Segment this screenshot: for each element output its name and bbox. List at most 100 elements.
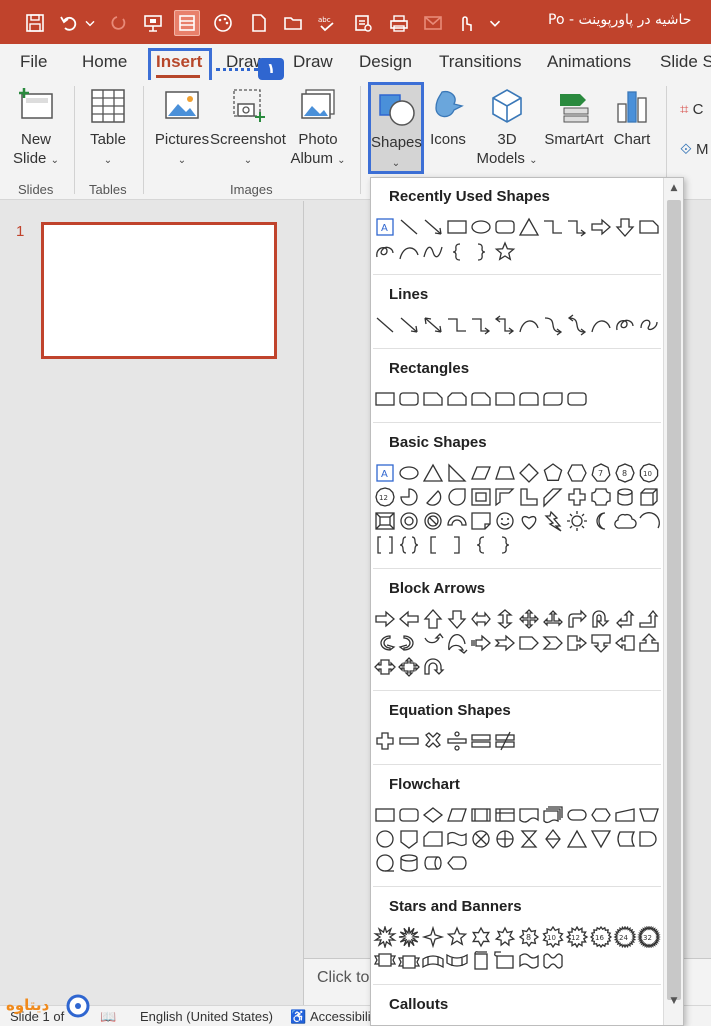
left-right-arrow-callout-shape-icon[interactable] [373, 656, 397, 678]
divide-shape-icon[interactable] [445, 730, 469, 752]
left-brace-shape-icon[interactable] [469, 534, 493, 556]
freeform-shape-icon[interactable] [373, 241, 397, 263]
quad-arrow-shape-icon[interactable] [517, 608, 541, 630]
pictures-button[interactable]: Pictures ⌄ [152, 86, 212, 170]
right-brace-shape-icon[interactable] [469, 241, 493, 263]
magnetic-disk-shape-icon[interactable] [397, 852, 421, 874]
ribbon-down-shape-icon[interactable] [397, 950, 421, 972]
vertical-scroll-shape-icon[interactable] [469, 950, 493, 972]
terminator-shape-icon[interactable] [565, 804, 589, 826]
plaque-shape-icon[interactable] [589, 486, 613, 508]
redo-icon[interactable] [105, 10, 131, 36]
chord-shape-icon[interactable] [421, 486, 445, 508]
alternate-process-shape-icon[interactable] [397, 804, 421, 826]
direct-access-shape-icon[interactable] [421, 852, 445, 874]
right-arrow-shape-icon[interactable] [373, 608, 397, 630]
curve-shape-icon[interactable] [589, 314, 613, 336]
right-triangle-shape-icon[interactable] [445, 462, 469, 484]
pentagon-shape-icon[interactable] [541, 462, 565, 484]
star6-shape-icon[interactable] [469, 926, 493, 948]
palette-icon[interactable] [210, 10, 236, 36]
curve-arrow-shape-icon[interactable] [541, 314, 565, 336]
accessibility-status[interactable]: Accessibili [310, 1009, 371, 1024]
open-folder-icon[interactable] [280, 10, 306, 36]
explosion1-shape-icon[interactable] [373, 924, 397, 950]
multiply-shape-icon[interactable] [421, 730, 445, 752]
smartart-button[interactable]: SmartArt [542, 86, 606, 149]
half-frame-shape-icon[interactable] [493, 486, 517, 508]
star7-shape-icon[interactable] [493, 926, 517, 948]
offpage-connector-shape-icon[interactable] [397, 828, 421, 850]
textbox-shape-icon[interactable]: A [373, 462, 397, 484]
star10-shape-icon[interactable]: 10 [541, 925, 565, 949]
curve-shape-icon[interactable] [397, 241, 421, 263]
snip2-rect-shape-icon[interactable] [445, 388, 469, 410]
s-curve-shape-icon[interactable] [421, 241, 445, 263]
left-bracket-shape-icon[interactable] [421, 534, 445, 556]
tab-slide-show[interactable]: Slide S [660, 52, 711, 72]
presentation-icon[interactable] [140, 10, 166, 36]
circular-arrow-shape-icon[interactable] [421, 656, 445, 678]
notched-right-arrow-shape-icon[interactable] [493, 632, 517, 654]
striped-right-arrow-shape-icon[interactable] [469, 632, 493, 654]
customize-dropdown-icon[interactable] [486, 10, 504, 36]
diamond-shape-icon[interactable] [517, 462, 541, 484]
right-arrow-shape-icon[interactable] [589, 216, 613, 238]
right-bracket-shape-icon[interactable] [445, 534, 469, 556]
manual-operation-shape-icon[interactable] [637, 804, 661, 826]
block-arc-shape-icon[interactable] [445, 510, 469, 532]
sequential-access-shape-icon[interactable] [373, 852, 397, 874]
media-button[interactable]: ⟐ M [680, 140, 710, 159]
folded-corner-shape-icon[interactable] [469, 510, 493, 532]
explosion2-shape-icon[interactable] [397, 926, 421, 948]
triangle-shape-icon[interactable] [421, 462, 445, 484]
scroll-up-icon[interactable]: ▲ [664, 178, 683, 198]
table-button[interactable]: Table ⌄ [84, 86, 132, 170]
rounded-rect-shape-icon[interactable] [397, 388, 421, 410]
star16-shape-icon[interactable]: 16 [589, 925, 613, 949]
not-equal-shape-icon[interactable] [493, 730, 517, 752]
multidocument-shape-icon[interactable] [541, 804, 565, 826]
left-arrow-shape-icon[interactable] [397, 608, 421, 630]
rounded-rect-shape-icon[interactable] [493, 216, 517, 238]
elbow-arrow-shape-icon[interactable] [565, 216, 589, 238]
curved-right-arrow-shape-icon[interactable] [373, 632, 397, 654]
left-right-up-arrow-shape-icon[interactable] [541, 608, 565, 630]
line-shape-icon[interactable] [397, 216, 421, 238]
line-shape-icon[interactable] [373, 314, 397, 336]
left-right-arrow-shape-icon[interactable] [469, 608, 493, 630]
sun-shape-icon[interactable] [565, 510, 589, 532]
merge-shape-icon[interactable] [589, 828, 613, 850]
heart-shape-icon[interactable] [517, 510, 541, 532]
display-shape-icon[interactable] [445, 852, 469, 874]
arrow-line-shape-icon[interactable] [397, 314, 421, 336]
chart-button[interactable]: Chart [610, 86, 654, 149]
dodecagon-shape-icon[interactable]: 12 [373, 486, 397, 508]
star8-shape-icon[interactable]: 8 [517, 926, 541, 948]
save-icon[interactable] [22, 10, 48, 36]
down-arrow-callout-shape-icon[interactable] [589, 632, 613, 654]
down-arrow-shape-icon[interactable] [445, 608, 469, 630]
predefined-process-shape-icon[interactable] [469, 804, 493, 826]
triangle-shape-icon[interactable] [517, 216, 541, 238]
round1-rect-shape-icon[interactable] [493, 388, 517, 410]
right-brace-shape-icon[interactable] [493, 534, 517, 556]
up-arrow-shape-icon[interactable] [421, 608, 445, 630]
preparation-shape-icon[interactable] [589, 804, 613, 826]
star4-shape-icon[interactable] [421, 925, 445, 949]
frame-shape-icon[interactable] [469, 486, 493, 508]
curved-left-arrow-shape-icon[interactable] [397, 632, 421, 654]
star5-shape-icon[interactable] [445, 926, 469, 948]
down-arrow-shape-icon[interactable] [613, 216, 637, 238]
freeform-shape-icon[interactable] [613, 314, 637, 336]
icons-button[interactable]: Icons [426, 86, 470, 149]
comment-button[interactable]: ⌗ C [680, 100, 710, 119]
horizontal-scroll-shape-icon[interactable] [493, 950, 517, 972]
u-turn-arrow-shape-icon[interactable] [589, 608, 613, 630]
tab-draw[interactable]: Draw [293, 52, 333, 72]
double-brace-shape-icon[interactable] [397, 534, 421, 556]
curved-ribbon-up-shape-icon[interactable] [421, 950, 445, 972]
pie-shape-icon[interactable] [397, 486, 421, 508]
process-shape-icon[interactable] [373, 804, 397, 826]
manual-input-shape-icon[interactable] [613, 804, 637, 826]
